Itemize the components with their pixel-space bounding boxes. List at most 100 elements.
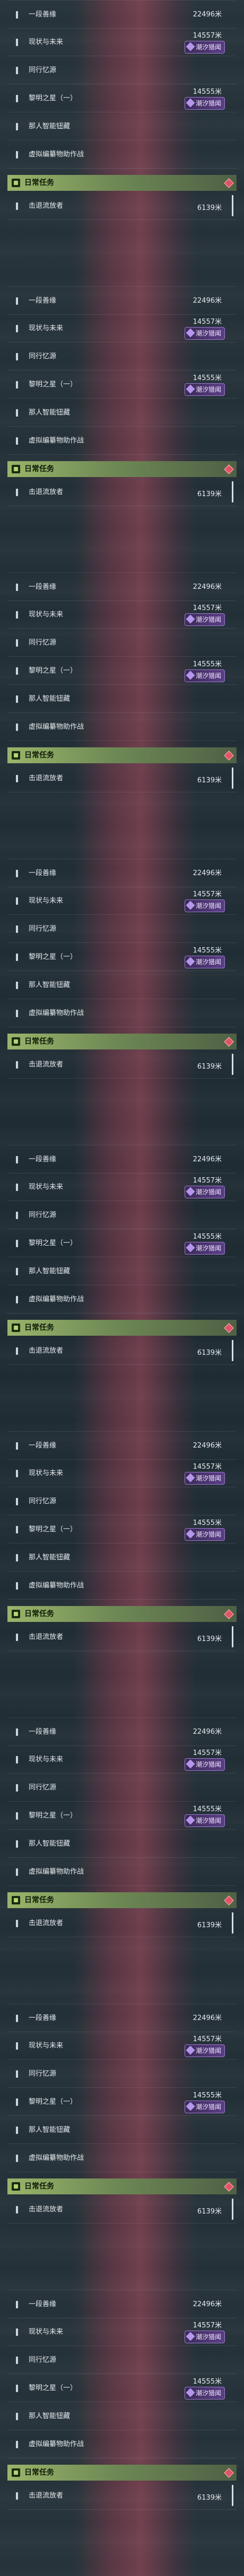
quest-row[interactable]: 虚拟编纂物助作战	[7, 1285, 237, 1313]
daily-tasks-header[interactable]: 日常任务	[7, 2465, 237, 2481]
quest-name: 黎明之星（一）	[29, 667, 77, 675]
quest-row[interactable]: 虚拟编纂物助作战	[7, 713, 237, 741]
daily-quest-row[interactable]: 击退流放者 6139米	[7, 2195, 237, 2224]
tide-diamond-icon	[186, 42, 195, 51]
quest-row[interactable]: 虚拟编纂物助作战	[7, 427, 237, 455]
quest-row[interactable]: 现状与未来 14557米 潮汐猎闻	[7, 1745, 237, 1774]
daily-quest-row[interactable]: 击退流放者 6139米	[7, 192, 237, 220]
quest-row[interactable]: 现状与未来 14557米 潮汐猎闻	[7, 887, 237, 915]
scroll-indicator[interactable]	[232, 1912, 233, 1934]
quest-marker-icon	[16, 1240, 18, 1247]
quest-row[interactable]: 现状与未来 14557米 潮汐猎闻	[7, 2318, 237, 2346]
daily-tasks-header[interactable]: 日常任务	[7, 461, 237, 477]
quest-name: 现状与未来	[29, 324, 64, 332]
quest-row[interactable]: 那人智能钮藏	[7, 1830, 237, 1858]
daily-tasks-header[interactable]: 日常任务	[7, 1320, 237, 1336]
red-gem-icon	[224, 464, 234, 474]
quest-row[interactable]: 那人智能钮藏	[7, 1543, 237, 1572]
daily-tasks-header[interactable]: 日常任务	[7, 2178, 237, 2194]
quest-row[interactable]: 现状与未来 14557米 潮汐猎闻	[7, 28, 237, 56]
quest-row[interactable]: 黎明之星（一） 14555米 潮汐猎闻	[7, 2088, 237, 2116]
quest-row[interactable]: 现状与未来 14557米 潮汐猎闻	[7, 601, 237, 629]
quest-marker-icon	[16, 2492, 18, 2500]
daily-quest-row[interactable]: 击退流放者 6139米	[7, 1909, 237, 1937]
quest-row[interactable]: 那人智能钮藏	[7, 2116, 237, 2144]
quest-row[interactable]: 黎明之星（一） 14555米 潮汐猎闻	[7, 1229, 237, 1257]
quest-row[interactable]: 黎明之星（一） 14555米 潮汐猎闻	[7, 943, 237, 971]
scroll-indicator[interactable]	[232, 2485, 233, 2506]
quest-row[interactable]: 虚拟编纂物助作战	[7, 1572, 237, 1600]
quest-name: 那人智能钮藏	[29, 2126, 71, 2134]
daily-task-icon	[12, 1896, 20, 1904]
daily-tasks-header[interactable]: 日常任务	[7, 175, 237, 191]
quest-row[interactable]: 那人智能钮藏	[7, 971, 237, 999]
quest-distance: 6139米	[197, 204, 222, 212]
scroll-indicator[interactable]	[232, 1626, 233, 1647]
quest-marker-icon	[16, 1212, 18, 1219]
quest-row[interactable]: 虚拟编纂物助作战	[7, 2144, 237, 2172]
quest-row[interactable]: 那人智能钮藏	[7, 685, 237, 713]
quest-row[interactable]: 那人智能钮藏	[7, 399, 237, 427]
scroll-indicator[interactable]	[232, 481, 233, 502]
quest-name: 同行忆源	[29, 1497, 57, 1505]
daily-tasks-header[interactable]: 日常任务	[7, 747, 237, 763]
quest-row[interactable]: 黎明之星（一） 14555米 潮汐猎闻	[7, 1802, 237, 1830]
quest-marker-icon	[16, 1634, 18, 1641]
quest-marker-icon	[16, 1268, 18, 1275]
quest-row[interactable]: 那人智能钮藏	[7, 112, 237, 140]
section-title: 日常任务	[24, 1324, 54, 1332]
tide-diamond-icon	[186, 2388, 195, 2397]
quest-name: 一段善缘	[29, 2300, 57, 2308]
quest-marker-icon	[16, 2441, 18, 2448]
badge-label: 潮汐猎闻	[195, 2333, 221, 2341]
quest-row[interactable]: 虚拟编纂物助作战	[7, 1858, 237, 1886]
tide-hunt-badge: 潮汐猎闻	[184, 2387, 225, 2399]
quest-marker-icon	[16, 611, 18, 619]
daily-tasks-header[interactable]: 日常任务	[7, 1892, 237, 1908]
quest-row[interactable]: 黎明之星（一） 14555米 潮汐猎闻	[7, 657, 237, 685]
scroll-indicator[interactable]	[232, 2199, 233, 2220]
quest-row[interactable]: 虚拟编纂物助作战	[7, 140, 237, 169]
quest-row[interactable]: 虚拟编纂物助作战	[7, 2430, 237, 2458]
quest-name: 虚拟编纂物助作战	[29, 437, 84, 445]
quest-marker-icon	[16, 123, 18, 130]
quest-row[interactable]: 现状与未来 14557米 潮汐猎闻	[7, 314, 237, 342]
daily-quest-row[interactable]: 击退流放者 6139米	[7, 1051, 237, 1079]
quest-list-block: 一段善缘 22496米 现状与未来 14557米 潮汐猎闻 同行忆源 黎明之星（…	[0, 572, 244, 859]
section-title: 日常任务	[24, 179, 54, 187]
quest-row[interactable]: 黎明之星（一） 14555米 潮汐猎闻	[7, 2374, 237, 2402]
daily-tasks-header[interactable]: 日常任务	[7, 1606, 237, 1622]
daily-task-icon	[12, 2468, 20, 2477]
quest-marker-icon	[16, 1010, 18, 1017]
scroll-indicator[interactable]	[232, 767, 233, 789]
daily-quest-row[interactable]: 击退流放者 6139米	[7, 1337, 237, 1365]
quest-row[interactable]: 现状与未来 14557米 潮汐猎闻	[7, 1173, 237, 1201]
daily-quest-row[interactable]: 击退流放者 6139米	[7, 764, 237, 792]
tide-hunt-badge: 潮汐猎闻	[184, 41, 225, 54]
quest-row[interactable]: 那人智能钮藏	[7, 1257, 237, 1285]
quest-row[interactable]: 黎明之星（一） 14555米 潮汐猎闻	[7, 1515, 237, 1543]
quest-row[interactable]: 虚拟编纂物助作战	[7, 999, 237, 1027]
quest-name: 那人智能钮藏	[29, 1554, 71, 1562]
quest-name: 击退流放者	[29, 1633, 64, 1641]
daily-quest-row[interactable]: 击退流放者 6139米	[7, 2482, 237, 2510]
quest-row[interactable]: 现状与未来 14557米 潮汐猎闻	[7, 1459, 237, 1487]
scroll-indicator[interactable]	[232, 195, 233, 216]
daily-quest-row[interactable]: 击退流放者 6139米	[7, 1623, 237, 1651]
quest-distance: 6139米	[197, 1349, 222, 1357]
quest-row[interactable]: 黎明之星（一） 14555米 潮汐猎闻	[7, 84, 237, 112]
daily-tasks-header[interactable]: 日常任务	[7, 1034, 237, 1049]
quest-marker-icon	[16, 1868, 18, 1876]
scroll-indicator[interactable]	[232, 1054, 233, 1075]
quest-row[interactable]: 那人智能钮藏	[7, 2402, 237, 2430]
quest-marker-icon	[16, 2385, 18, 2392]
daily-task-icon	[12, 179, 20, 187]
quest-list-block: 一段善缘 22496米 现状与未来 14557米 潮汐猎闻 同行忆源 黎明之星（…	[0, 286, 244, 572]
quest-distance: 6139米	[197, 1063, 222, 1071]
quest-row[interactable]: 黎明之星（一） 14555米 潮汐猎闻	[7, 370, 237, 399]
daily-quest-row[interactable]: 击退流放者 6139米	[7, 478, 237, 506]
quest-name: 击退流放者	[29, 1919, 64, 1927]
quest-name: 黎明之星（一）	[29, 1239, 77, 1247]
scroll-indicator[interactable]	[232, 1340, 233, 1361]
quest-row[interactable]: 现状与未来 14557米 潮汐猎闻	[7, 2032, 237, 2060]
